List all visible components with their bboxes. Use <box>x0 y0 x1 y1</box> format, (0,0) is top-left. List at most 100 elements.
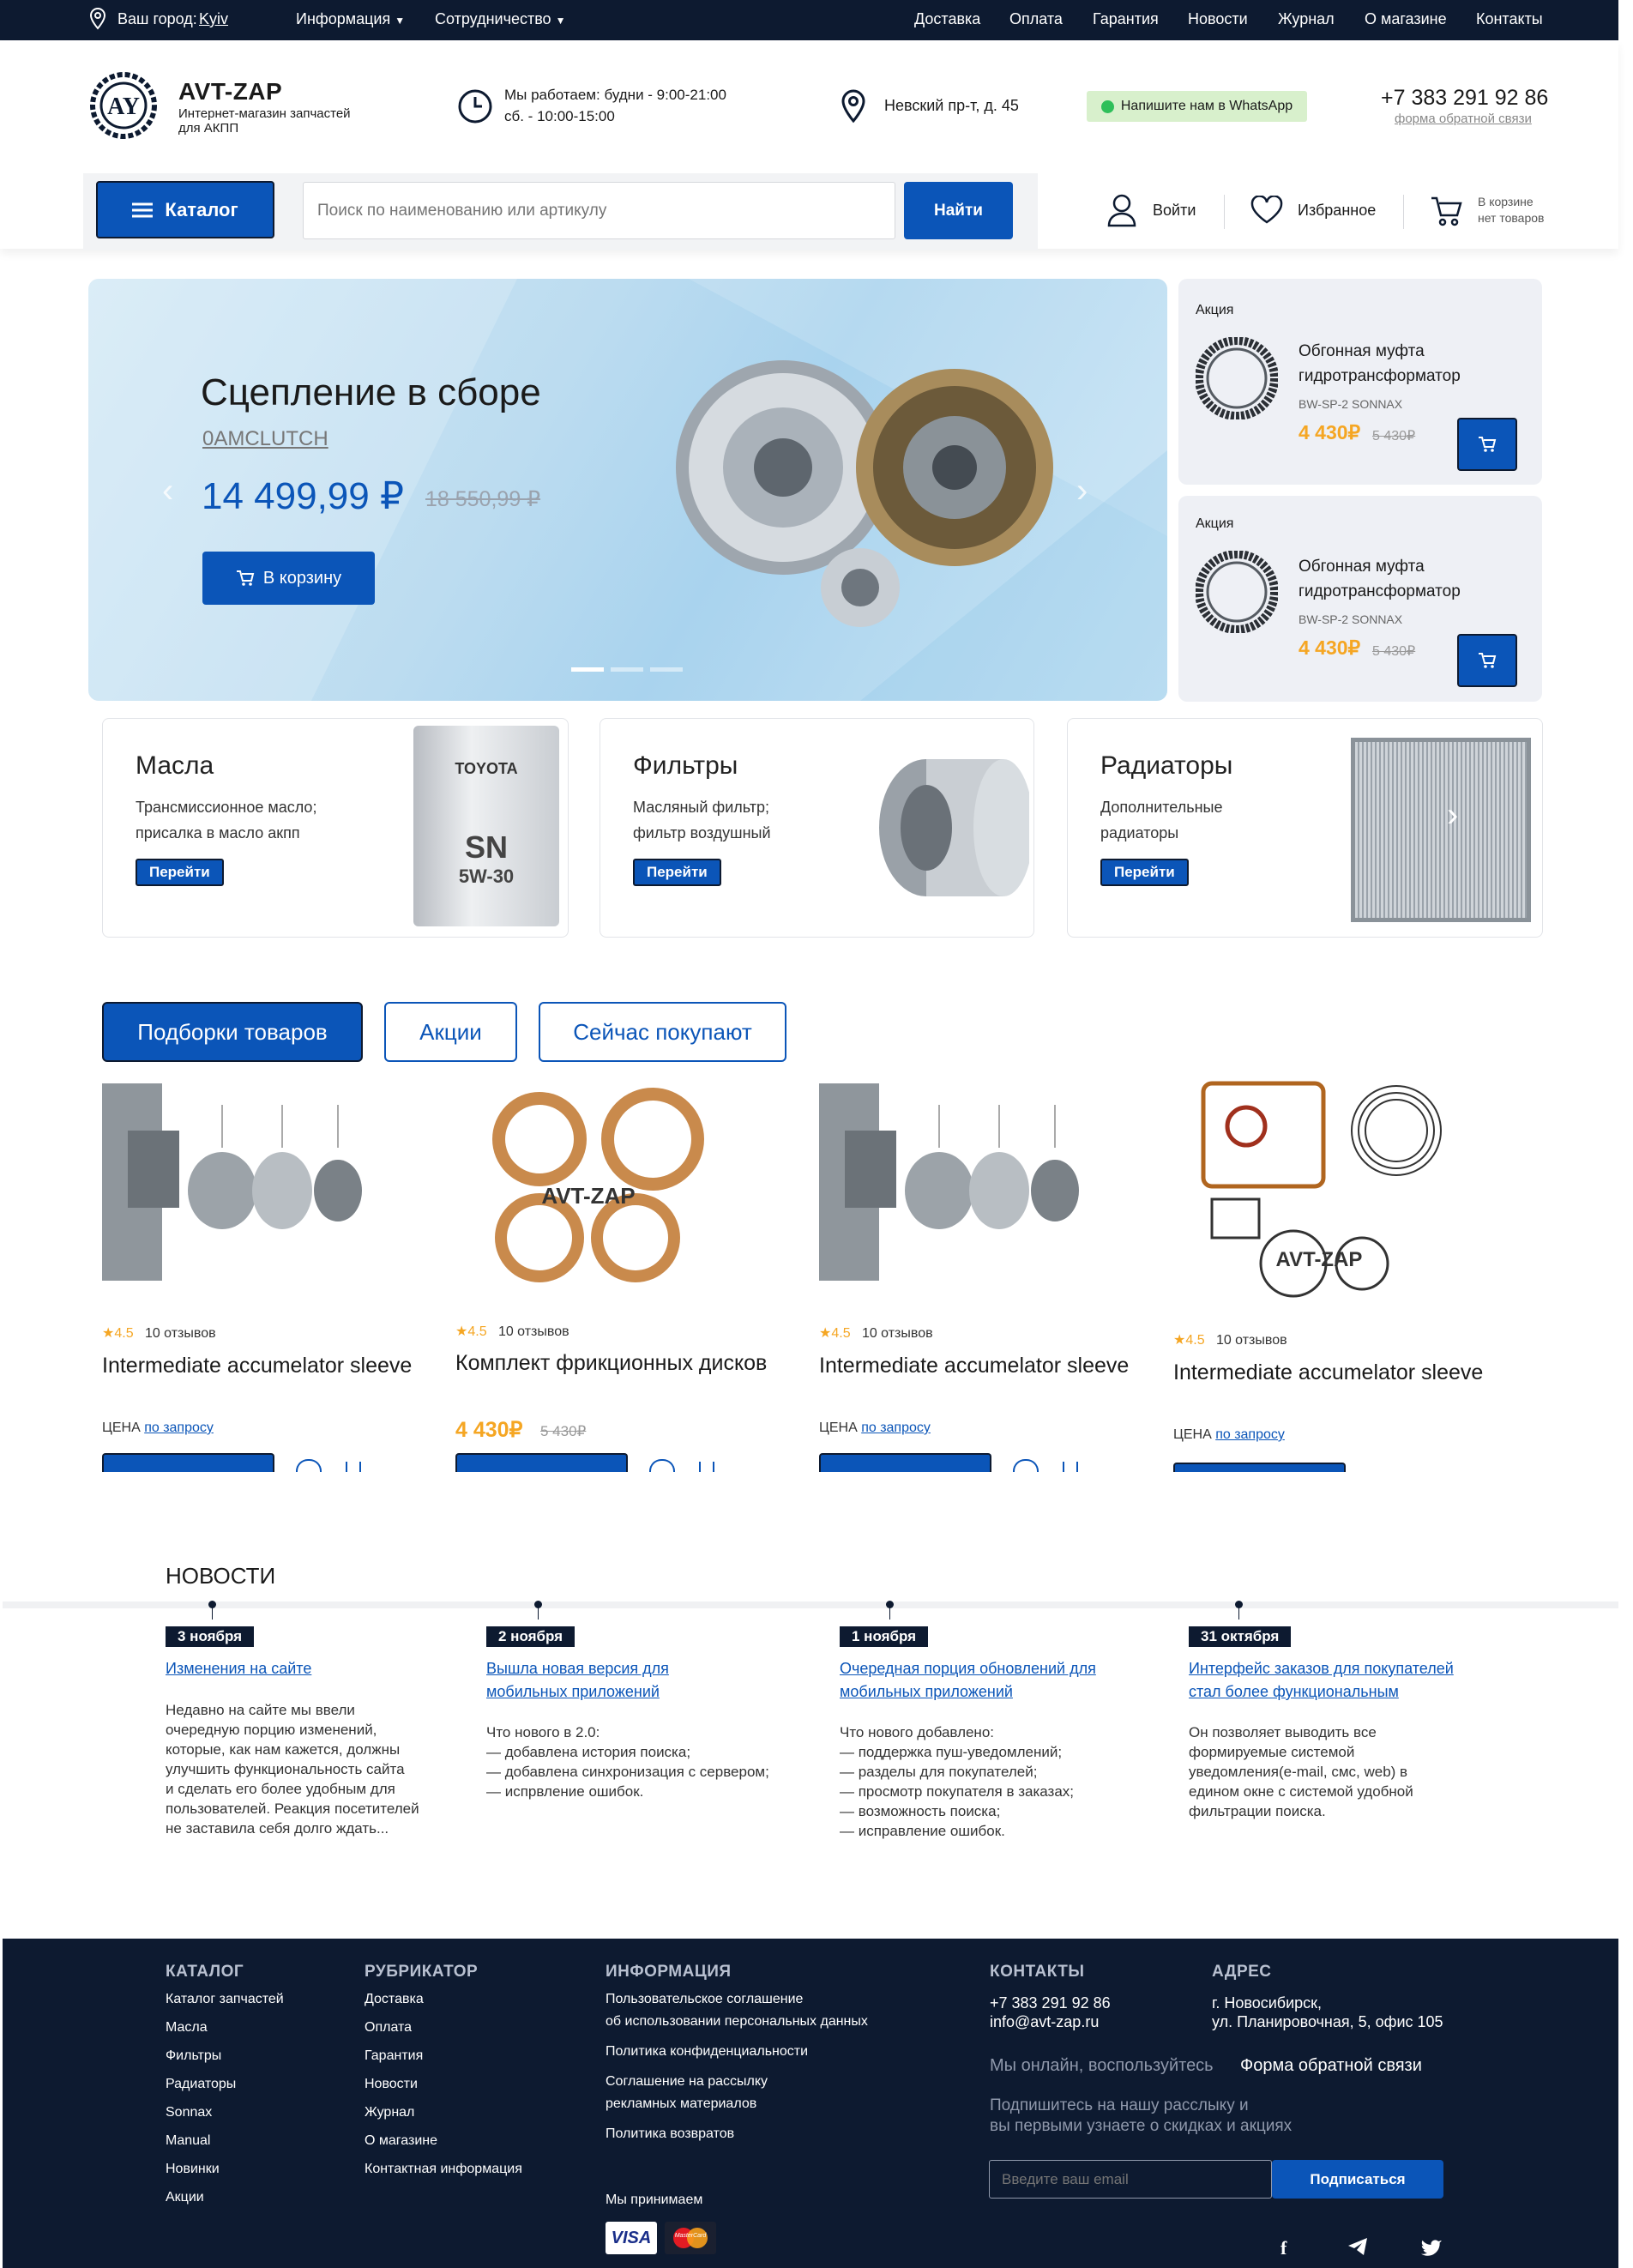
slider-dot[interactable] <box>571 667 604 672</box>
twitter-icon[interactable] <box>1421 2239 1442 2256</box>
footer-link[interactable]: Оплата <box>365 2020 412 2036</box>
footer-link[interactable]: Гарантия <box>365 2048 423 2064</box>
promo-card[interactable]: Акция Обгонная муфта гидротрансформатор … <box>1178 279 1542 485</box>
footer-link[interactable]: рекламных материалов <box>606 2096 756 2112</box>
news-link[interactable]: Изменения на сайте <box>166 1657 311 1680</box>
heart-icon[interactable] <box>296 1459 322 1472</box>
menu-info[interactable]: Информация ▼ <box>296 10 405 28</box>
login-link[interactable]: Войти <box>1153 202 1196 220</box>
footer-link[interactable]: Каталог запчастей <box>166 1992 284 2007</box>
promo-cart-button[interactable] <box>1457 634 1517 687</box>
category-go-button[interactable]: Перейти <box>633 859 721 886</box>
cart-icon[interactable] <box>1430 196 1462 226</box>
footer-link[interactable]: Sonnax <box>166 2105 212 2120</box>
footer-link[interactable]: Manual <box>166 2133 210 2149</box>
compare-icon[interactable] <box>699 1462 714 1472</box>
slider-prev-arrow[interactable]: ‹ <box>162 472 173 510</box>
product-rating: ★4.5 10 отзывов <box>102 1326 216 1341</box>
footer-link[interactable]: Акции <box>166 2190 204 2205</box>
product-title[interactable]: Комплект фрикционных дисков <box>455 1351 767 1376</box>
category-go-button[interactable]: Перейти <box>1100 859 1189 886</box>
category-card-radiators[interactable]: Радиаторы Дополнительные радиаторы Перейт… <box>1067 718 1543 938</box>
footer-link[interactable]: Новости <box>365 2077 418 2092</box>
toplink-journal[interactable]: Журнал <box>1278 10 1335 28</box>
category-card-oils[interactable]: Масла Трансмиссионное масло; присалка в м… <box>102 718 569 938</box>
footer-phone[interactable]: +7 383 291 92 86 <box>990 1994 1111 2012</box>
toplink-contacts[interactable]: Контакты <box>1476 10 1543 28</box>
compare-icon[interactable] <box>346 1462 361 1472</box>
user-icon[interactable] <box>1107 193 1136 227</box>
product-title[interactable]: Intermediate accumelator sleeve <box>102 1354 412 1378</box>
footer-link[interactable]: Доставка <box>365 1992 424 2007</box>
product-add-cart-button[interactable] <box>1173 1463 1346 1472</box>
product-add-cart-button[interactable] <box>102 1453 274 1472</box>
tab-collections[interactable]: Подборки товаров <box>102 1002 363 1062</box>
price-request-link[interactable]: по запросу <box>1215 1427 1285 1442</box>
footer-link[interactable]: Новинки <box>166 2162 220 2177</box>
footer-link[interactable]: Политика возвратов <box>606 2126 734 2142</box>
price-request-link[interactable]: по запросу <box>861 1421 931 1435</box>
footer-email[interactable]: info@avt-zap.ru <box>990 2013 1099 2031</box>
news-link[interactable]: Интерфейс заказов для покупателей стал бо… <box>1189 1657 1454 1704</box>
hero-slider[interactable]: ‹ › Сцепление в сборе 0AMCLUTCH 14 499,9… <box>88 279 1167 701</box>
footer-link[interactable]: Фильтры <box>166 2048 221 2064</box>
feedback-link[interactable]: форма обратной связи <box>1395 112 1532 126</box>
toplink-warranty[interactable]: Гарантия <box>1093 10 1159 28</box>
news-date: 1 ноября <box>840 1626 929 1647</box>
tab-sales[interactable]: Акции <box>384 1002 517 1062</box>
tab-bestsellers[interactable]: Сейчас покупают <box>539 1002 786 1062</box>
card-next-arrow[interactable]: › <box>1447 796 1458 835</box>
subscribe-button[interactable]: Подписаться <box>1272 2160 1443 2199</box>
toplink-delivery[interactable]: Доставка <box>914 10 980 28</box>
heart-icon[interactable] <box>1013 1459 1039 1472</box>
toplink-payment[interactable]: Оплата <box>1009 10 1063 28</box>
telegram-icon[interactable] <box>1347 2237 1368 2256</box>
phone-number[interactable]: +7 383 291 92 86 <box>1381 86 1548 111</box>
product-title[interactable]: Intermediate accumelator sleeve <box>819 1354 1129 1378</box>
toplink-news[interactable]: Новости <box>1188 10 1248 28</box>
footer-link[interactable]: Соглашение на рассылку <box>606 2074 768 2090</box>
promo-cart-button[interactable] <box>1457 418 1517 471</box>
heart-icon[interactable] <box>1250 196 1284 225</box>
compare-icon[interactable] <box>1063 1462 1078 1472</box>
product-card[interactable]: ★4.5 10 отзывов Intermediate accumelator… <box>102 1079 437 1482</box>
slider-dot[interactable] <box>650 667 683 672</box>
menu-cooperation[interactable]: Сотрудничество ▼ <box>435 10 565 28</box>
catalog-button[interactable]: Каталог <box>96 181 274 238</box>
facebook-icon[interactable]: f <box>1280 2237 1287 2259</box>
search-input[interactable] <box>303 182 895 239</box>
slider-dot[interactable] <box>611 667 643 672</box>
promo-card[interactable]: Акция Обгонная муфта гидротрансформатор … <box>1178 496 1542 702</box>
toplink-about[interactable]: О магазине <box>1365 10 1447 28</box>
footer-link[interactable]: Радиаторы <box>166 2077 236 2092</box>
footer-link[interactable]: О магазине <box>365 2133 437 2149</box>
product-add-cart-button[interactable] <box>455 1453 628 1472</box>
whatsapp-button[interactable]: Напишите нам в WhatsApp <box>1087 91 1307 122</box>
product-title[interactable]: Intermediate accumelator sleeve <box>1173 1360 1483 1385</box>
favorites-link[interactable]: Избранное <box>1298 202 1376 220</box>
product-add-cart-button[interactable] <box>819 1453 991 1472</box>
footer-link[interactable]: Контактная информация <box>365 2162 522 2177</box>
subscribe-email-input[interactable] <box>989 2160 1272 2199</box>
feedback-form-link[interactable]: Форма обратной связи <box>1240 2056 1422 2076</box>
footer-link[interactable]: Пользовательское соглашение <box>606 1992 803 2007</box>
product-card[interactable]: ★4.5 10 отзывов Intermediate accumelator… <box>819 1079 1154 1482</box>
logo[interactable]: AY <box>89 71 158 140</box>
product-card[interactable]: AVT-ZAP ★4.5 10 отзывов Комплект фрикцио… <box>455 1079 798 1482</box>
hero-add-to-cart-button[interactable]: В корзину <box>202 552 375 605</box>
city-selector[interactable]: Kyiv <box>199 10 228 28</box>
brand-name: AVT-ZAP <box>178 78 283 105</box>
category-card-filters[interactable]: Фильтры Масляный фильтр; фильтр воздушный… <box>600 718 1034 938</box>
news-link[interactable]: Вышла новая версия для мобильных приложен… <box>486 1657 669 1704</box>
footer-link[interactable]: об использовании персональных данных <box>606 2014 868 2030</box>
footer-link[interactable]: Масла <box>166 2020 208 2036</box>
news-link[interactable]: Очередная порция обновлений для мобильных… <box>840 1657 1096 1704</box>
heart-icon[interactable] <box>649 1459 675 1472</box>
category-go-button[interactable]: Перейти <box>136 859 224 886</box>
hero-sku[interactable]: 0AMCLUTCH <box>202 427 328 451</box>
search-button[interactable]: Найти <box>904 182 1013 239</box>
footer-link[interactable]: Журнал <box>365 2105 414 2120</box>
price-request-link[interactable]: по запросу <box>144 1421 214 1435</box>
footer-link[interactable]: Политика конфиденциальности <box>606 2044 808 2060</box>
product-card[interactable]: AVT-ZAP ★4.5 10 отзывов Intermediate acc… <box>1173 1079 1534 1482</box>
